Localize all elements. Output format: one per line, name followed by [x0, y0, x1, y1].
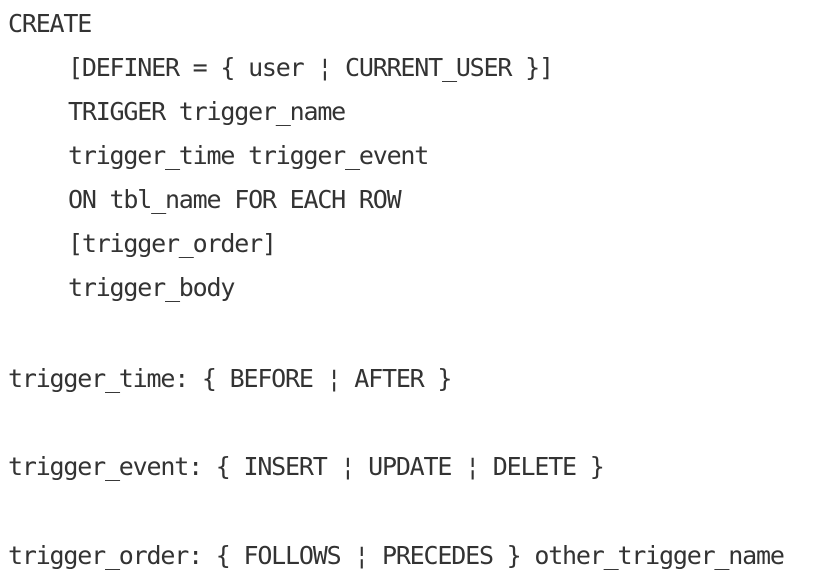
- trigger-name-line: TRIGGER trigger_name: [68, 97, 346, 126]
- trigger-time-definition-line: trigger_time: { BEFORE ¦ AFTER }: [8, 364, 452, 393]
- trigger-event-definition-line: trigger_event: { INSERT ¦ UPDATE ¦ DELET…: [8, 452, 605, 481]
- on-table-line: ON tbl_name FOR EACH ROW: [68, 185, 402, 214]
- definer-clause-line: [DEFINER = { user ¦ CURRENT_USER }]: [68, 53, 554, 82]
- trigger-body-line: trigger_body: [68, 273, 235, 302]
- trigger-order-optional-line: [trigger_order]: [68, 229, 277, 258]
- trigger-syntax-code-block: CREATE [DEFINER = { user ¦ CURRENT_USER …: [8, 0, 834, 578]
- trigger-time-event-line: trigger_time trigger_event: [68, 141, 429, 170]
- create-keyword-line: CREATE: [8, 9, 92, 38]
- trigger-order-definition-line: trigger_order: { FOLLOWS ¦ PRECEDES } ot…: [8, 541, 785, 570]
